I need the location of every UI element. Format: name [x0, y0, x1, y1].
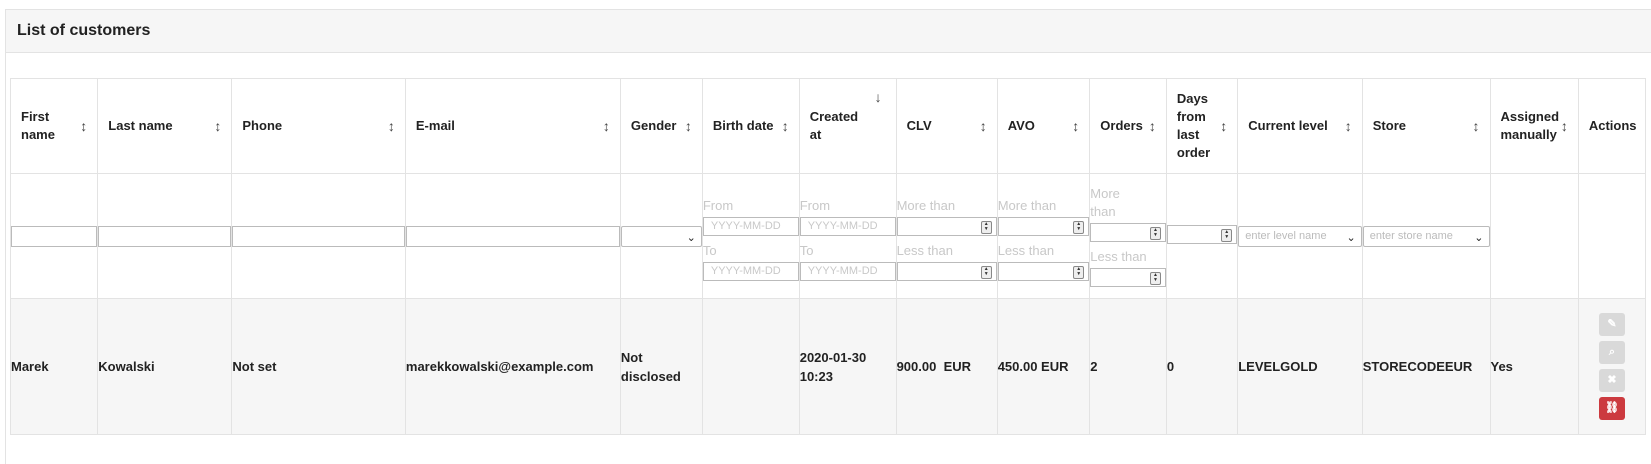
unlink-button[interactable]: ⛓: [1598, 397, 1625, 420]
avo-more-than-label: More than: [997, 198, 1057, 213]
filter-row: ⌄ From YYYY-MM-DD To YYYY-MM-DD From YYY…: [9, 173, 1647, 299]
cell-current-level: LEVELGOLD: [1237, 298, 1363, 435]
column-header-created-at[interactable]: Created at ↓: [798, 78, 897, 174]
edit-button[interactable]: ✎: [1598, 313, 1625, 336]
column-header-store[interactable]: Store ↕: [1361, 78, 1491, 174]
cell-phone: Not set: [231, 298, 406, 435]
clv-less-than-input[interactable]: ▲ ▼: [896, 262, 997, 281]
birth-date-from-label: From: [702, 198, 734, 213]
cell-clv: 900.00 EUR: [895, 298, 998, 435]
sort-icon[interactable]: ↕: [1149, 118, 1156, 134]
assigned-manually-filter-cell: [1489, 173, 1579, 299]
cell-actions: ✎ ⌕ ✖ ⛓: [1577, 298, 1647, 435]
column-header-clv[interactable]: CLV ↕: [895, 78, 998, 174]
spinner-icon[interactable]: ▲ ▼: [1149, 272, 1161, 285]
edit-icon: ✎: [1607, 318, 1617, 330]
birth-date-to-label: To: [702, 243, 717, 258]
sort-icon[interactable]: ↕: [1220, 118, 1227, 134]
delete-button[interactable]: ✖: [1598, 369, 1625, 392]
panel-header: List of customers: [6, 10, 1651, 53]
orders-more-than-input[interactable]: ▲ ▼: [1090, 223, 1166, 242]
chevron-down-icon: ⌄: [1346, 231, 1356, 244]
unlink-icon: ⛓: [1604, 402, 1619, 414]
created-at-from-input[interactable]: YYYY-MM-DD: [799, 217, 896, 236]
cell-orders: 2: [1089, 298, 1167, 435]
clv-more-than-input[interactable]: ▲ ▼: [896, 217, 997, 236]
header-row: First name ↕ Last name ↕ Phone ↕ E-mail ↕ Ge…: [9, 78, 1647, 174]
store-filter-select[interactable]: enter store name ⌄: [1362, 225, 1490, 247]
clv-more-than-label: More than: [896, 198, 956, 213]
spinner-icon[interactable]: ▲ ▼: [1221, 228, 1233, 242]
column-header-phone[interactable]: Phone ↕: [231, 78, 406, 174]
delete-icon: ✖: [1607, 374, 1617, 386]
cell-last-name: Kowalski: [97, 298, 233, 435]
avo-less-than-label: Less than: [997, 243, 1055, 258]
sort-desc-icon[interactable]: ↓: [875, 89, 882, 105]
phone-filter-input[interactable]: [232, 225, 405, 247]
email-filter-input[interactable]: [405, 225, 620, 247]
cell-days-from-last-order: 0: [1165, 298, 1239, 435]
orders-more-than-label: More than: [1090, 186, 1120, 219]
column-header-days-from-last-order[interactable]: Days from last order ↕: [1165, 78, 1239, 174]
sort-icon[interactable]: ↕: [782, 118, 789, 134]
spinner-icon[interactable]: ▲ ▼: [1073, 221, 1085, 234]
cell-assigned-manually: Yes: [1489, 298, 1579, 435]
view-icon: ⌕: [1608, 346, 1615, 358]
cell-email: marekkowalski@example.com: [404, 298, 621, 435]
spinner-icon[interactable]: ▲ ▼: [980, 266, 992, 279]
spinner-icon[interactable]: ▲ ▼: [1149, 227, 1161, 240]
column-header-assigned-manually[interactable]: Assigned manually ↕: [1489, 78, 1579, 174]
cell-first-name: Marek: [9, 298, 99, 435]
gender-filter-select[interactable]: ⌄: [620, 225, 702, 247]
orders-less-than-label: Less than: [1090, 249, 1147, 264]
column-header-actions: Actions: [1577, 78, 1647, 174]
birth-date-to-input[interactable]: YYYY-MM-DD: [702, 262, 799, 281]
sort-icon[interactable]: ↕: [1345, 118, 1352, 134]
column-header-first-name[interactable]: First name ↕: [9, 78, 99, 174]
column-header-gender[interactable]: Gender ↕: [619, 78, 703, 174]
sort-icon[interactable]: ↕: [388, 118, 395, 134]
sort-icon[interactable]: ↕: [1473, 118, 1480, 134]
avo-less-than-input[interactable]: ▲ ▼: [997, 262, 1090, 281]
column-header-current-level[interactable]: Current level ↕: [1237, 78, 1363, 174]
created-at-to-label: To: [799, 243, 814, 258]
cell-birth-date: [701, 298, 800, 435]
actions-filter-cell: [1577, 173, 1647, 299]
page-title: List of customers: [17, 22, 151, 39]
column-header-birth-date[interactable]: Birth date ↕: [701, 78, 800, 174]
spinner-icon[interactable]: ▲ ▼: [1073, 266, 1085, 279]
first-name-filter-input[interactable]: [11, 225, 98, 247]
sort-icon[interactable]: ↕: [214, 118, 221, 134]
orders-less-than-input[interactable]: ▲ ▼: [1090, 268, 1166, 287]
sort-icon[interactable]: ↕: [1072, 118, 1079, 134]
created-at-to-input[interactable]: YYYY-MM-DD: [799, 262, 896, 281]
sort-icon[interactable]: ↕: [603, 118, 610, 134]
cell-created-at: 2020-01-30 10:23: [798, 298, 897, 435]
sort-icon[interactable]: ↕: [980, 118, 987, 134]
current-level-filter-select[interactable]: enter level name ⌄: [1238, 225, 1362, 247]
spinner-icon[interactable]: ▲ ▼: [980, 221, 992, 234]
days-from-last-order-input[interactable]: ▲ ▼: [1166, 224, 1238, 244]
birth-date-from-input[interactable]: YYYY-MM-DD: [702, 217, 799, 236]
sort-icon[interactable]: ↕: [685, 118, 692, 134]
view-button[interactable]: ⌕: [1598, 341, 1625, 364]
sort-icon[interactable]: ↕: [80, 118, 87, 134]
column-header-email[interactable]: E-mail ↕: [404, 78, 621, 174]
created-at-from-label: From: [799, 198, 831, 213]
column-header-orders[interactable]: Orders ↕: [1089, 78, 1167, 174]
customers-table: First name ↕ Last name ↕ Phone ↕ E-mail ↕ Ge…: [9, 78, 1647, 435]
sort-icon[interactable]: ↕: [1561, 118, 1568, 134]
cell-avo: 450.00 EUR: [996, 298, 1091, 435]
table-row: Marek Kowalski Not set marekkowalski@exa…: [9, 298, 1647, 435]
cell-gender: Not disclosed: [619, 298, 703, 435]
cell-store: STORECODEEUR: [1361, 298, 1491, 435]
clv-less-than-label: Less than: [896, 243, 953, 258]
chevron-down-icon: ⌄: [1474, 231, 1484, 244]
column-header-last-name[interactable]: Last name ↕: [97, 78, 233, 174]
last-name-filter-input[interactable]: [98, 225, 232, 247]
avo-more-than-input[interactable]: ▲ ▼: [997, 217, 1090, 236]
chevron-down-icon: ⌄: [686, 231, 696, 244]
column-header-avo[interactable]: AVO ↕: [996, 78, 1091, 174]
